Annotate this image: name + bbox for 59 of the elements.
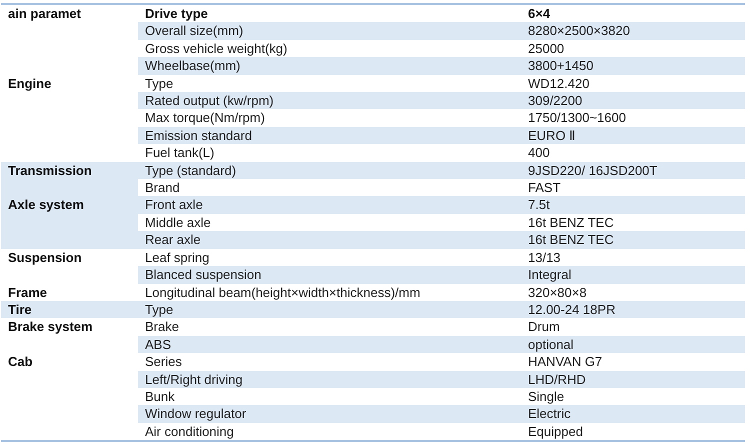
parameter-name: Rated output (kw/rpm) xyxy=(138,92,518,110)
parameter-name: Brand xyxy=(138,179,518,196)
parameter-value: 309/2200 xyxy=(518,92,745,110)
parameter-value: Drum xyxy=(527,318,561,336)
parameter-value: LHD/RHD xyxy=(518,370,745,388)
parameter-value: EURO Ⅱ xyxy=(518,126,745,144)
parameter-name: Rear axle xyxy=(138,231,518,249)
group-label: Tire xyxy=(1,300,138,318)
parameter-name: Window regulator xyxy=(138,405,518,423)
parameter-name: Blanced suspension xyxy=(138,266,518,284)
parameter-value: Single xyxy=(518,388,745,406)
group-label: ain paramet xyxy=(1,4,138,75)
parameter-value: Equipped xyxy=(518,422,745,442)
parameter-value: 8280×2500×3820 xyxy=(518,22,745,40)
group-label: Brake system xyxy=(1,318,138,354)
parameter-name: Middle axle xyxy=(138,214,518,232)
parameter-value: 9JSD220/ 16JSD200T xyxy=(518,162,745,180)
parameter-value: 3800+1450 xyxy=(518,57,745,75)
parameter-name: Air conditioning xyxy=(138,422,518,442)
parameter-name: Brake xyxy=(144,318,180,336)
parameter-name: Gross vehicle weight(kg) xyxy=(138,40,518,58)
parameter-value: 25000 xyxy=(518,40,745,58)
parameter-value: WD12.420 xyxy=(518,74,745,92)
parameter-name: ABS xyxy=(138,336,518,354)
parameter-value: 16t BENZ TEC xyxy=(518,214,745,232)
column-header: Drive type xyxy=(138,4,518,22)
group-label: Cab xyxy=(1,353,138,442)
parameter-value: Electric xyxy=(518,405,745,423)
parameter-name: Longitudinal beam(height×width×thickness)/mm xyxy=(138,284,518,301)
parameter-name: Wheelbase(mm) xyxy=(138,57,518,75)
parameter-name: Bunk xyxy=(138,388,518,406)
column-header: 6×4 xyxy=(518,4,745,22)
group-label: Transmission xyxy=(1,162,138,196)
parameter-name: Front axle xyxy=(138,196,518,214)
parameter-name: Type xyxy=(138,74,518,92)
parameter-value: Integral xyxy=(518,266,745,284)
group-label: Frame xyxy=(1,284,138,301)
parameter-value: HANVAN G7 xyxy=(518,353,745,371)
parameter-value: FAST xyxy=(518,179,745,196)
parameter-value: 16t BENZ TEC xyxy=(518,231,745,249)
parameter-name: Series xyxy=(138,353,518,371)
parameter-name: Leaf spring xyxy=(138,248,518,266)
parameter-value: 13/13 xyxy=(518,248,745,266)
parameter-value: 320×80×8 xyxy=(518,284,745,301)
parameter-name: Max torque(Nm/rpm) xyxy=(138,109,518,127)
parameter-value: 7.5t xyxy=(518,196,745,214)
parameter-name: Left/Right driving xyxy=(138,370,518,388)
parameter-value: 12.00-24 18PR xyxy=(518,300,745,318)
parameter-name: Fuel tank(L) xyxy=(138,144,518,162)
parameter-value: optional xyxy=(518,336,745,354)
parameter-name: Type (standard) xyxy=(138,162,518,180)
group-label: Suspension xyxy=(1,248,138,284)
parameter-value: 400 xyxy=(518,144,745,162)
parameter-name: Overall size(mm) xyxy=(138,22,518,40)
group-label: Engine xyxy=(1,74,138,162)
group-label: Axle system xyxy=(1,196,138,249)
parameter-name: Type xyxy=(138,300,518,318)
parameter-value: 1750/1300~1600 xyxy=(518,109,745,127)
parameter-name: Emission standard xyxy=(138,126,518,144)
